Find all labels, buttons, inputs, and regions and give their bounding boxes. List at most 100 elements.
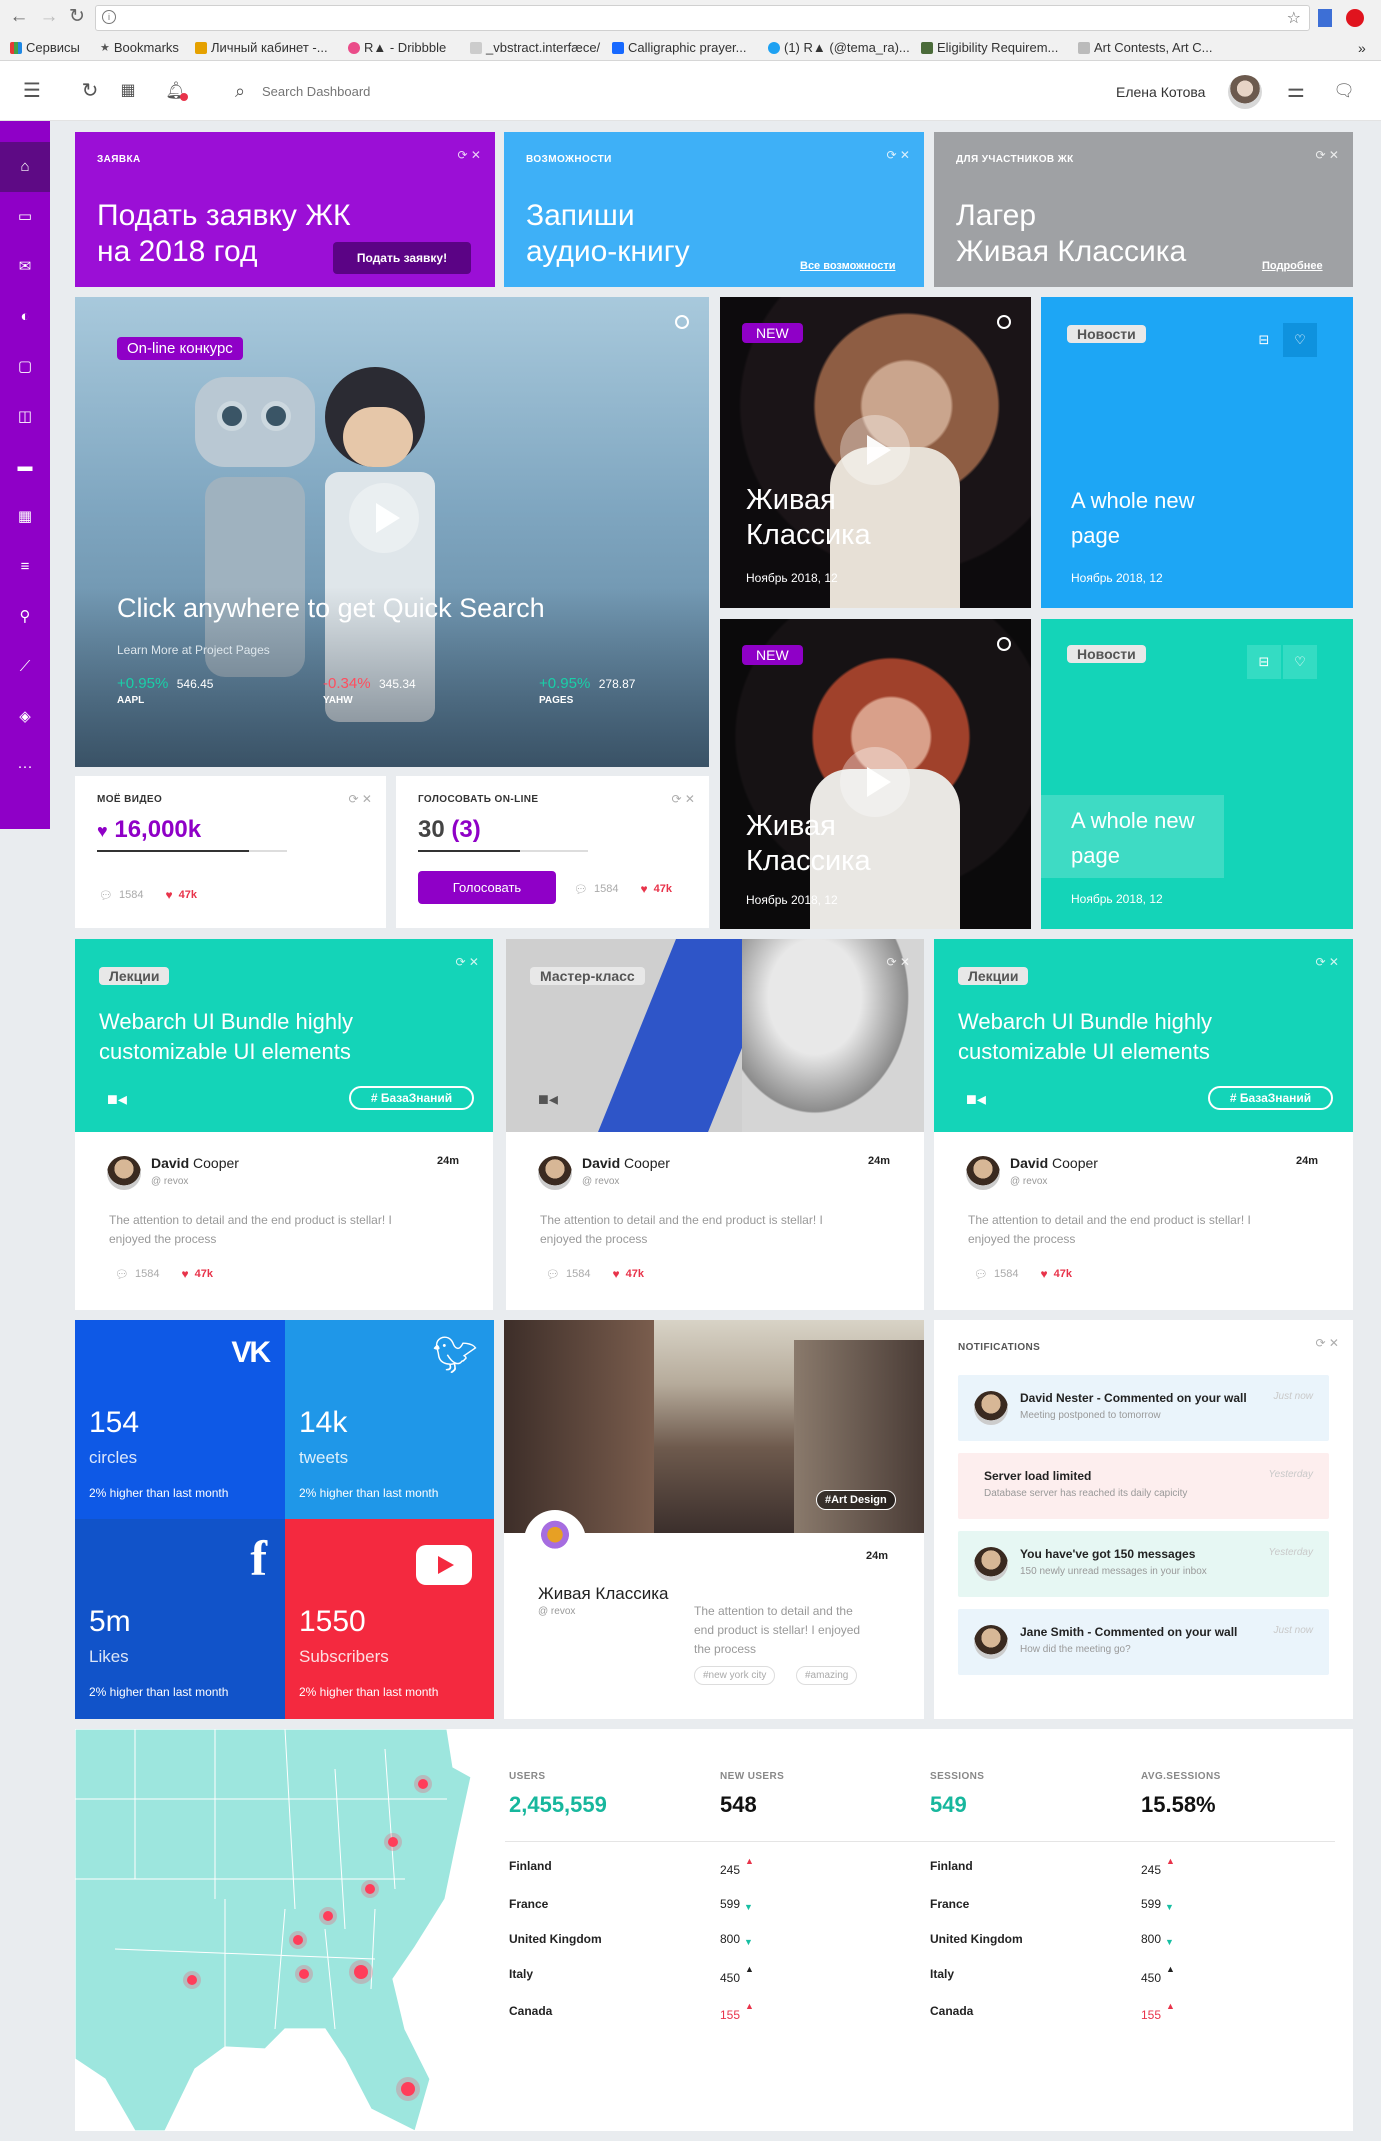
bookmark-services[interactable]: Сервисы xyxy=(10,40,80,55)
heart-icon[interactable]: ♥ xyxy=(181,1267,188,1281)
play-button-icon[interactable] xyxy=(349,483,419,553)
sidebar-item-cards[interactable]: ▬ xyxy=(0,442,50,492)
minimize-icon[interactable]: ⊟ xyxy=(1247,645,1281,679)
address-bar[interactable]: i ☆ xyxy=(95,5,1310,31)
extension-icon[interactable] xyxy=(1346,9,1364,27)
sidebar-item-monitor[interactable]: ▢ xyxy=(0,342,50,392)
youtube-stat-tile[interactable]: 1550 Subscribers 2% higher than last mon… xyxy=(285,1519,494,1719)
card-controls-icon[interactable]: ⟳ ✕ xyxy=(887,148,910,162)
heart-icon[interactable]: ♥ xyxy=(640,882,647,896)
sidebar-item-contrast[interactable]: ◐ xyxy=(0,292,50,342)
table-row[interactable]: Finland 245 ▲ xyxy=(509,1856,769,1894)
sidebar-item-grid[interactable]: ▦ xyxy=(0,492,50,542)
table-row[interactable]: Canada 155 ▲ xyxy=(930,2001,1190,2036)
heart-icon[interactable]: ♥ xyxy=(1040,1267,1047,1281)
twitter-stat-tile[interactable]: 🐦︎ 14k tweets 2% higher than last month xyxy=(285,1320,494,1519)
heart-outline-icon[interactable]: ♡ xyxy=(1283,645,1317,679)
lecture-card[interactable]: Лекции ⟳ ✕ Webarch UI Bundle highly custo… xyxy=(934,939,1353,1310)
hashtag-chip[interactable]: #new york city xyxy=(694,1666,776,1685)
table-row[interactable]: France 599 ▼ xyxy=(930,1894,1190,1929)
reload-icon[interactable]: ↻ xyxy=(66,6,88,28)
lecture-card[interactable]: Лекции ⟳ ✕ Webarch UI Bundle highly custo… xyxy=(75,939,493,1310)
hashtag-chip[interactable]: #amazing xyxy=(796,1666,858,1685)
camp-card[interactable]: ДЛЯ УЧАСТНИКОВ ЖК ⟳ ✕ Лагер Живая Классик… xyxy=(934,132,1353,287)
news-card[interactable]: Новости ⊟ ♡ A whole new page Ноябрь 2018,… xyxy=(1041,619,1353,929)
heart-icon[interactable]: ♥ xyxy=(612,1267,619,1281)
author-name[interactable]: David Cooper xyxy=(151,1155,239,1171)
all-options-link[interactable]: Все возможности xyxy=(800,260,895,272)
notification-item[interactable]: Server load limited Database server has … xyxy=(958,1453,1329,1519)
table-row[interactable]: Italy 450 ▲ xyxy=(930,1964,1190,2001)
record-circle-icon[interactable] xyxy=(997,637,1011,651)
avatar[interactable] xyxy=(966,1156,1000,1190)
bookmark-behance[interactable]: Calligraphic prayer... xyxy=(612,40,747,55)
more-bookmarks-icon[interactable]: » xyxy=(1358,40,1366,56)
hashtag-button[interactable]: # БазаЗнаний xyxy=(1208,1086,1333,1110)
map-marker[interactable] xyxy=(418,1779,428,1789)
author-name[interactable]: David Cooper xyxy=(582,1155,670,1171)
heart-outline-icon[interactable]: ♡ xyxy=(1283,323,1317,357)
back-icon[interactable]: ← xyxy=(8,6,30,28)
bookmark-art-contests[interactable]: Art Contests, Art C... xyxy=(1078,40,1212,55)
facebook-stat-tile[interactable]: f 5m Likes 2% higher than last month xyxy=(75,1519,285,1719)
table-row[interactable]: France 599 ▼ xyxy=(509,1894,769,1929)
avatar[interactable] xyxy=(524,1510,586,1572)
news-card[interactable]: Новости ⊟ ♡ A whole new page Ноябрь 2018,… xyxy=(1041,297,1353,608)
table-row[interactable]: Italy 450 ▲ xyxy=(509,1964,769,2001)
sidebar-item-more[interactable]: ··· xyxy=(0,742,50,792)
table-row[interactable]: United Kingdom 800 ▼ xyxy=(509,1929,769,1964)
hashtag-button[interactable]: # БазаЗнаний xyxy=(349,1086,474,1110)
table-row[interactable]: United Kingdom 800 ▼ xyxy=(930,1929,1190,1964)
record-circle-icon[interactable] xyxy=(675,315,689,329)
card-controls-icon[interactable]: ⟳ ✕ xyxy=(1316,148,1339,162)
avatar[interactable] xyxy=(538,1156,572,1190)
bookmark-personal[interactable]: Личный кабинет -... xyxy=(195,40,328,55)
map-marker[interactable] xyxy=(293,1935,303,1945)
notification-item[interactable]: Jane Smith - Commented on your wall How … xyxy=(958,1609,1329,1675)
bell-icon[interactable]: 🔔︎ xyxy=(164,79,188,103)
sidebar-item-layers[interactable]: ◈ xyxy=(0,692,50,742)
author-name[interactable]: Живая Классика xyxy=(538,1584,668,1604)
notification-item[interactable]: David Nester - Commented on your wall Me… xyxy=(958,1375,1329,1441)
art-design-tag[interactable]: #Art Design xyxy=(816,1490,896,1510)
sidebar-item-location[interactable]: ⚲ xyxy=(0,592,50,642)
sidebar-item-home[interactable]: ⌂ xyxy=(0,142,50,192)
bookmark-twitter[interactable]: (1) R▲ (@tema_ra)... xyxy=(768,40,910,55)
minimize-icon[interactable]: ⊟ xyxy=(1247,323,1281,357)
card-controls-icon[interactable]: ⟳ ✕ xyxy=(458,148,481,162)
photo-post-card[interactable]: #Art Design 24m Живая Классика @ revox T… xyxy=(504,1320,924,1719)
masterclass-card[interactable]: Мастер-класс ⟳ ✕ ■◂ David Cooper @ revox… xyxy=(506,939,924,1310)
vk-stat-tile[interactable]: VK 154 circles 2% higher than last month xyxy=(75,1320,285,1519)
search-input[interactable] xyxy=(262,80,512,102)
menu-icon[interactable]: ☰ xyxy=(20,79,44,103)
sidebar-item-trend[interactable]: ⟋ xyxy=(0,642,50,692)
info-icon[interactable]: i xyxy=(102,10,116,24)
apps-grid-icon[interactable]: ▦ xyxy=(116,79,140,103)
star-icon[interactable]: ☆ xyxy=(1287,8,1301,28)
bookmark-abstract[interactable]: _vbstract.interfæce/ xyxy=(470,40,600,55)
map-marker[interactable] xyxy=(323,1911,333,1921)
card-controls-icon[interactable]: ⟳ ✕ xyxy=(1316,955,1339,969)
bookmark-bookmarks[interactable]: ★ Bookmarks xyxy=(100,40,179,55)
refresh-icon[interactable]: ↻ xyxy=(78,79,102,103)
avatar[interactable] xyxy=(107,1156,141,1190)
card-controls-icon[interactable]: ⟳ ✕ xyxy=(887,955,910,969)
hero-subtitle[interactable]: Learn More at Project Pages xyxy=(117,643,270,657)
card-controls-icon[interactable]: ⟳ ✕ xyxy=(672,792,695,806)
sidebar-item-layout[interactable]: ◫ xyxy=(0,392,50,442)
play-button-icon[interactable] xyxy=(840,747,910,817)
more-link[interactable]: Подробнее xyxy=(1262,260,1323,272)
play-button-icon[interactable] xyxy=(840,415,910,485)
video-card[interactable]: NEW Живая Классика Ноябрь 2018, 12 xyxy=(720,297,1031,608)
search-icon[interactable]: ⌕ xyxy=(228,79,252,103)
vote-button[interactable]: Голосовать xyxy=(418,871,556,904)
forward-icon[interactable]: → xyxy=(38,6,60,28)
heart-icon[interactable]: ♥ xyxy=(165,888,172,902)
settings-sliders-icon[interactable]: ⚌ xyxy=(1284,79,1308,103)
map-marker[interactable] xyxy=(187,1975,197,1985)
record-circle-icon[interactable] xyxy=(997,315,1011,329)
us-map[interactable] xyxy=(75,1729,505,2131)
card-controls-icon[interactable]: ⟳ ✕ xyxy=(349,792,372,806)
map-marker[interactable] xyxy=(388,1837,398,1847)
hero-card[interactable]: On-line конкурс Click anywhere to get Qu… xyxy=(75,297,709,767)
